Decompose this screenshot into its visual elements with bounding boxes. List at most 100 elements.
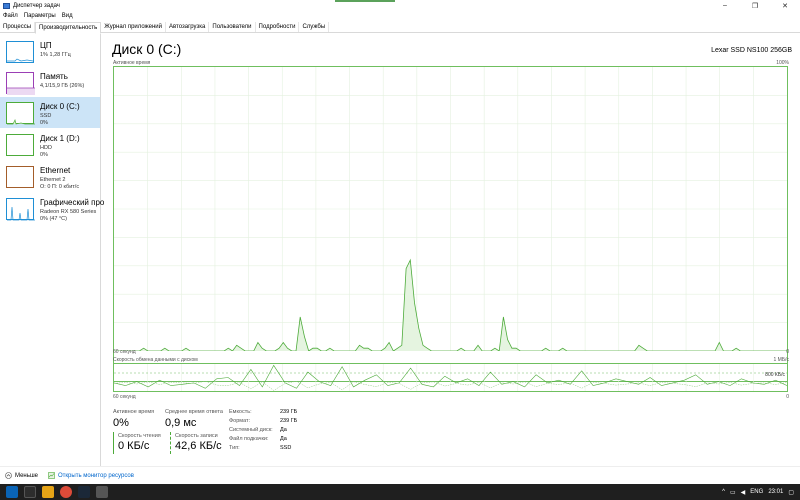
tray-arrow-icon[interactable]: ^ [722, 489, 725, 495]
steam-icon[interactable] [78, 486, 90, 498]
disk-details-panel: Диск 0 (C:) Lexar SSD NS100 256GB Активн… [102, 34, 800, 466]
disk-model: Lexar SSD NS100 256GB [711, 47, 792, 54]
task-manager-taskbar-icon[interactable] [96, 486, 108, 498]
window-title: Диспетчер задач [13, 2, 60, 9]
windows-start-icon[interactable] [6, 486, 18, 498]
type-label: Тип: [229, 445, 240, 451]
open-resource-monitor-link[interactable]: Открыть монитор ресурсов [48, 472, 134, 479]
response-time-label: Среднее время ответа [165, 409, 223, 415]
transfer-rate-chart: 800 КБ/с [113, 363, 788, 392]
chart2-time-left: 60 секунд [113, 394, 136, 400]
menu-options[interactable]: Параметры [21, 11, 59, 21]
chart1-time-right: 0 [786, 349, 789, 355]
tab-users[interactable]: Пользователи [209, 22, 256, 32]
pagefile-label: Файл подкачки: [229, 436, 269, 442]
sidebar-item-disk1[interactable]: Диск 1 (D:) HDD 0% [0, 129, 100, 160]
minimize-button[interactable]: – [710, 0, 740, 11]
network-icon[interactable]: ▭ [730, 489, 736, 496]
search-icon[interactable] [24, 486, 36, 498]
active-time-value: 0% [113, 417, 129, 429]
read-speed-box: Скорость чтения 0 КБ/с [113, 432, 163, 454]
cpu-thumbnail [6, 41, 34, 63]
resource-monitor-icon [48, 472, 55, 479]
capacity-value: 239 ГБ [280, 409, 298, 415]
read-speed-label: Скорость чтения [118, 433, 161, 439]
pagefile-value: Да [280, 436, 287, 442]
write-speed-value: 42,6 КБ/с [175, 440, 222, 452]
title-bar: Диспетчер задач – ❐ ✕ [0, 0, 800, 11]
clock[interactable]: 23:01 [768, 489, 783, 495]
maximize-button[interactable]: ❐ [740, 0, 770, 11]
sidebar-item-ethernet[interactable]: Ethernet Ethernet 2 О: 0 П: 0 кбит/с [0, 161, 100, 192]
tab-bar: Процессы Производительность Журнал прило… [0, 22, 800, 34]
transfer-chart-mid: 800 КБ/с [765, 372, 785, 378]
chart2-time-right: 0 [786, 394, 789, 400]
sidebar-item-sub2: О: 0 П: 0 кбит/с [40, 184, 80, 190]
type-value: SSD [280, 445, 292, 451]
write-speed-box: Скорость записи 42,6 КБ/с [170, 432, 222, 454]
write-speed-label: Скорость записи [175, 433, 218, 439]
response-time-value: 0,9 мс [165, 417, 197, 429]
resource-monitor-label: Открыть монитор ресурсов [58, 472, 134, 479]
menu-bar: Файл Параметры Вид [0, 11, 76, 21]
task-manager-icon [3, 2, 10, 9]
sidebar-item-sub2: 0% [40, 152, 48, 158]
sidebar-item-title: Графический про [40, 198, 105, 207]
tab-performance[interactable]: Производительность [35, 22, 102, 34]
active-time-label: Активное время [113, 409, 155, 415]
sidebar-item-sub: 1% 1,28 ГГц [40, 52, 71, 58]
tab-app-history[interactable]: Журнал приложений [101, 22, 166, 32]
volume-icon[interactable]: ◀ [741, 489, 746, 496]
sidebar-item-title: ЦП [40, 41, 52, 50]
taskbar: ^ ▭ ◀ ENG 23:01 ▢ [0, 484, 800, 500]
page-title: Диск 0 (C:) [112, 41, 182, 57]
sidebar-item-sub2: 0% [40, 120, 48, 126]
gpu-thumbnail [6, 198, 35, 221]
tab-startup[interactable]: Автозагрузка [166, 22, 210, 32]
sidebar-item-sub: Ethernet 2 [40, 177, 66, 183]
tab-services[interactable]: Службы [299, 22, 330, 32]
formatted-label: Формат: [229, 418, 251, 424]
sidebar-item-gpu[interactable]: Графический про Radeon RX 580 Series 0% … [0, 193, 104, 224]
menu-file[interactable]: Файл [0, 11, 21, 21]
memory-thumbnail [6, 72, 35, 95]
sidebar-item-title: Ethernet [40, 166, 71, 175]
notifications-icon[interactable]: ▢ [788, 489, 794, 496]
window-accent-strip [335, 0, 395, 2]
menu-view[interactable]: Вид [59, 11, 76, 21]
sidebar-item-sub: SSD [40, 113, 52, 119]
system-tray: ^ ▭ ◀ ENG 23:01 ▢ [722, 484, 800, 500]
input-language[interactable]: ENG [750, 489, 763, 495]
sidebar-item-sub: 4,1/15,9 ГБ (26%) [40, 83, 85, 89]
file-explorer-icon[interactable] [42, 486, 54, 498]
sidebar-item-sub: HDD [40, 145, 52, 151]
task-manager-window: Диспетчер задач – ❐ ✕ Файл Параметры Вид… [0, 0, 800, 484]
sidebar-item-disk0[interactable]: Диск 0 (C:) SSD 0% [0, 97, 100, 128]
chrome-icon[interactable] [60, 486, 72, 498]
disk0-thumbnail [6, 102, 35, 125]
capacity-label: Емкость: [229, 409, 252, 415]
tab-details[interactable]: Подробности [256, 22, 300, 32]
transfer-rate-chart-svg [113, 364, 788, 391]
system-disk-label: Системный диск: [229, 427, 273, 433]
sidebar-item-title: Память [40, 72, 68, 81]
sidebar-item-sub: Radeon RX 580 Series [40, 209, 97, 215]
disk1-thumbnail [6, 134, 34, 156]
chart1-time-left: 60 секунд [113, 349, 136, 355]
ethernet-thumbnail [6, 166, 34, 188]
close-button[interactable]: ✕ [770, 0, 800, 11]
system-disk-value: Да [280, 427, 287, 433]
fewer-details-label: Меньше [15, 472, 38, 479]
read-speed-value: 0 КБ/с [118, 440, 150, 452]
sidebar-item-cpu[interactable]: ЦП 1% 1,28 ГГц [0, 36, 100, 67]
active-time-chart-svg [114, 67, 787, 352]
chevron-up-icon [5, 472, 12, 479]
sidebar-item-title: Диск 1 (D:) [40, 134, 80, 143]
sidebar-item-memory[interactable]: Память 4,1/15,9 ГБ (26%) [0, 67, 100, 98]
sidebar-item-sub2: 0% (47 °C) [40, 216, 67, 222]
fewer-details-button[interactable]: Меньше [5, 472, 38, 479]
footer-bar: Меньше Открыть монитор ресурсов [0, 466, 800, 484]
performance-sidebar: ЦП 1% 1,28 ГГц Память 4,1/15,9 ГБ (26%) … [0, 34, 104, 466]
tab-processes[interactable]: Процессы [0, 22, 36, 32]
active-time-chart [113, 66, 788, 382]
